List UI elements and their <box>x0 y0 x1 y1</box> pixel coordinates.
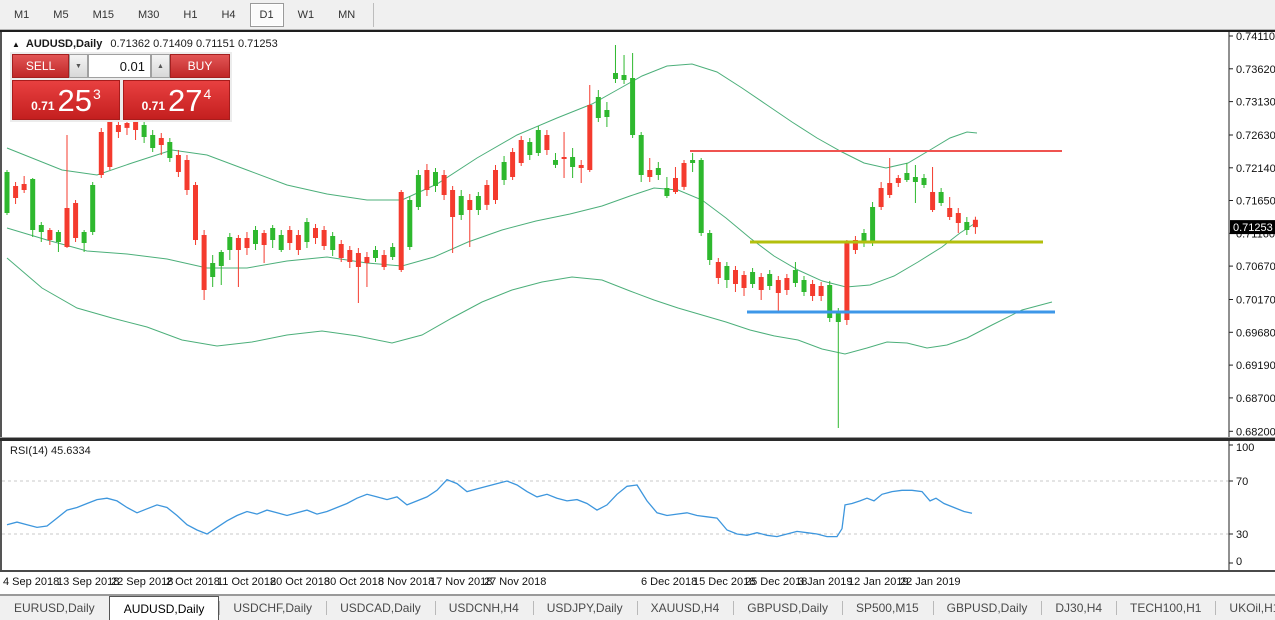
sell-price-box[interactable]: 0.71 25 3 <box>12 80 120 120</box>
time-axis-label: 3 Jan 2019 <box>798 576 852 588</box>
time-axis-label: 22 Jan 2019 <box>900 576 961 588</box>
price-axis-label: 0.73130 <box>1236 97 1275 109</box>
time-axis-label: 30 Oct 2018 <box>324 576 384 588</box>
timeframe-button-mn[interactable]: MN <box>328 3 365 27</box>
chart-ohlc: 0.71362 0.71409 0.71151 0.71253 <box>110 38 277 50</box>
time-axis-label: 6 Dec 2018 <box>641 576 697 588</box>
time-axis-label: 22 Sep 2018 <box>111 576 173 588</box>
rsi-axis-label: 0 <box>1236 556 1242 568</box>
chart-symbol: AUDUSD,Daily <box>26 38 102 50</box>
rsi-axis-label: 30 <box>1236 529 1248 541</box>
timeframe-button-m30[interactable]: M30 <box>128 3 169 27</box>
time-axis-label: 4 Sep 2018 <box>3 576 59 588</box>
chart-title: ▲ AUDUSD,Daily 0.71362 0.71409 0.71151 0.7… <box>12 38 278 50</box>
timeframe-button-m5[interactable]: M5 <box>43 3 78 27</box>
sell-button[interactable]: SELL <box>12 54 69 78</box>
rsi-panel[interactable]: 100 70 30 0 RSI(14) 45.6334 <box>0 441 1275 570</box>
chart-tab-eurusd-daily[interactable]: EURUSD,Daily <box>0 596 109 620</box>
price-axis-label: 0.71650 <box>1236 196 1275 208</box>
time-axis-label: 27 Nov 2018 <box>484 576 546 588</box>
timeframe-button-h1[interactable]: H1 <box>173 3 207 27</box>
bollinger-lower-band <box>7 258 1052 354</box>
rsi-line <box>7 480 972 537</box>
price-axis-label: 0.72140 <box>1236 163 1275 175</box>
price-axis-label: 0.68700 <box>1236 393 1275 405</box>
bollinger-middle-band <box>7 188 977 287</box>
price-axis-label: 0.68200 <box>1236 426 1275 437</box>
volume-decrease-button[interactable]: ▼ <box>69 54 88 78</box>
time-axis-label: 11 Oct 2018 <box>217 576 276 588</box>
timeframe-toolbar: M1M5M15M30H1H4D1W1MN <box>0 0 1275 30</box>
price-axis-label: 0.69190 <box>1236 360 1275 372</box>
price-axis-label: 0.69680 <box>1236 327 1275 339</box>
chart-tab-gbpusd-daily[interactable]: GBPUSD,Daily <box>933 596 1042 620</box>
chart-tab-tech100-h1[interactable]: TECH100,H1 <box>1116 596 1215 620</box>
time-axis[interactable]: 4 Sep 201813 Sep 201822 Sep 20182 Oct 20… <box>0 572 1275 594</box>
rsi-axis-label: 100 <box>1236 442 1254 454</box>
volume-input[interactable]: 0.01 <box>88 54 151 78</box>
time-axis-label: 2 Oct 2018 <box>166 576 220 588</box>
triangle-up-icon: ▲ <box>157 63 164 70</box>
rsi-chart-canvas[interactable]: 100 70 30 0 <box>2 441 1275 570</box>
chart-tab-dj30-h4[interactable]: DJ30,H4 <box>1041 596 1116 620</box>
one-click-trading-panel: SELL ▼ 0.01 ▲ BUY 0.71 25 3 0.71 27 4 <box>10 52 232 122</box>
current-price-value: 0.71253 <box>1233 222 1273 234</box>
price-axis-label: 0.74110 <box>1236 32 1275 43</box>
chart-tab-usdcad-daily[interactable]: USDCAD,Daily <box>326 596 435 620</box>
price-axis-label: 0.70170 <box>1236 295 1275 307</box>
timeframe-button-w1[interactable]: W1 <box>288 3 325 27</box>
buy-price-small: 0.71 <box>142 99 165 113</box>
chart-tab-xauusd-h4[interactable]: XAUUSD,H4 <box>637 596 734 620</box>
chart-tab-usdchf-daily[interactable]: USDCHF,Daily <box>219 596 326 620</box>
rsi-indicator-label: RSI(14) 45.6334 <box>10 445 91 457</box>
chart-tab-usdjpy-daily[interactable]: USDJPY,Daily <box>533 596 637 620</box>
main-chart-panel[interactable]: 0.74110 0.73620 0.73130 0.72630 0.72140 0.716… <box>0 32 1275 437</box>
collapse-triangle-icon[interactable]: ▲ <box>12 40 20 49</box>
timeframe-button-m15[interactable]: M15 <box>83 3 124 27</box>
chart-tab-gbpusd-daily[interactable]: GBPUSD,Daily <box>733 596 842 620</box>
chart-tab-usdcnh-h4[interactable]: USDCNH,H4 <box>435 596 533 620</box>
chart-tab-audusd-daily[interactable]: AUDUSD,Daily <box>109 596 220 620</box>
timeframe-button-d1[interactable]: D1 <box>250 3 284 27</box>
sell-price-big: 25 <box>58 86 92 116</box>
volume-increase-button[interactable]: ▲ <box>151 54 170 78</box>
buy-price-box[interactable]: 0.71 27 4 <box>123 80 230 120</box>
price-axis-label: 0.70670 <box>1236 261 1275 273</box>
sell-price-sup: 3 <box>93 86 101 102</box>
price-axis-label: 0.73620 <box>1236 64 1275 76</box>
timeframe-button-m1[interactable]: M1 <box>4 3 39 27</box>
time-axis-label: 20 Oct 2018 <box>270 576 330 588</box>
chart-tab-ukoil-h1[interactable]: UKOil,H1 <box>1215 596 1275 620</box>
rsi-axis-label: 70 <box>1236 476 1248 488</box>
triangle-down-icon: ▼ <box>75 63 82 70</box>
chart-tab-sp500-m15[interactable]: SP500,M15 <box>842 596 933 620</box>
buy-button[interactable]: BUY <box>170 54 230 78</box>
symbol-tab-bar: EURUSD,DailyAUDUSD,DailyUSDCHF,DailyUSDC… <box>0 596 1275 620</box>
toolbar-separator <box>373 3 374 27</box>
buy-price-big: 27 <box>168 86 202 116</box>
timeframe-button-h4[interactable]: H4 <box>211 3 245 27</box>
sell-price-small: 0.71 <box>31 99 54 113</box>
price-axis-label: 0.72630 <box>1236 130 1275 142</box>
time-axis-label: 8 Nov 2018 <box>378 576 434 588</box>
buy-price-sup: 4 <box>204 86 212 102</box>
